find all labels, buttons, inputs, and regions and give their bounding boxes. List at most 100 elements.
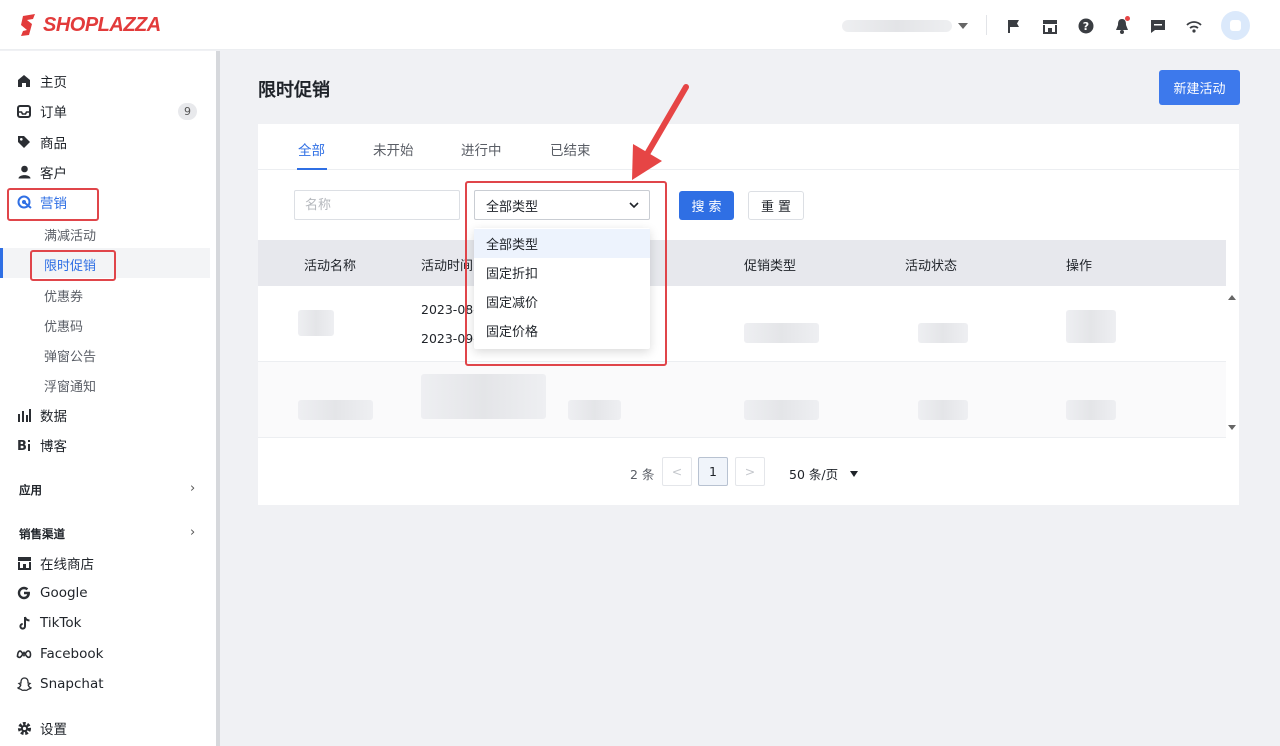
logo-mark-icon xyxy=(21,14,35,36)
bar-chart-icon xyxy=(16,407,32,423)
new-activity-button[interactable]: 新建活动 xyxy=(1159,70,1240,105)
sidebar-item-google[interactable]: Google xyxy=(0,578,216,608)
sidebar-item-snapchat[interactable]: Snapchat xyxy=(0,669,216,699)
sidebar-item-settings[interactable]: 设置 xyxy=(0,713,216,743)
sidebar-item-home[interactable]: 主页 xyxy=(0,66,216,96)
blurred-activity-name xyxy=(298,310,334,336)
store-icon xyxy=(16,555,32,571)
page-size-select[interactable]: 50 条/页 xyxy=(789,464,859,483)
blurred-status xyxy=(918,323,968,343)
svg-text:B: B xyxy=(17,439,27,452)
sidebar-scrollbar[interactable] xyxy=(216,51,220,746)
search-button[interactable]: 搜索 xyxy=(679,191,734,220)
highlight-type-select xyxy=(465,181,667,366)
sidebar-item-orders[interactable]: 订单 9 xyxy=(0,96,216,126)
sidebar-subitem-floating-notices[interactable]: 浮窗通知 xyxy=(0,369,210,399)
pagination-next-button[interactable]: > xyxy=(735,457,765,486)
logo-text: SHOPLAZZA xyxy=(43,13,161,36)
blog-icon: B xyxy=(16,437,32,453)
sidebar-item-label: 商品 xyxy=(40,136,67,152)
section-channels-title[interactable]: 销售渠道 xyxy=(19,526,65,542)
status-tabs: 全部 未开始 进行中 已结束 xyxy=(258,124,1239,170)
top-bar: SHOPLAZZA ? xyxy=(0,0,1280,50)
sidebar-item-online-store[interactable]: 在线商店 xyxy=(0,548,216,578)
sidebar-subitem-label: 优惠券 xyxy=(44,290,84,305)
sidebar-subitem-label: 弹窗公告 xyxy=(44,350,97,365)
sidebar-item-label: 订单 xyxy=(40,105,67,121)
sidebar-item-facebook[interactable]: Facebook xyxy=(0,639,216,669)
pagination-page-button[interactable]: 1 xyxy=(698,457,728,486)
chevron-right-icon[interactable]: › xyxy=(190,481,200,496)
sidebar: 主页 订单 9 商品 客户 营销 满减活动 限时促销 优惠券 优惠码 弹窗公告 … xyxy=(0,51,216,746)
shoplazza-logo[interactable]: SHOPLAZZA xyxy=(18,13,161,37)
avatar-placeholder xyxy=(1230,20,1241,31)
name-search-input[interactable] xyxy=(294,190,460,220)
wifi-icon[interactable] xyxy=(1176,12,1212,40)
facebook-icon xyxy=(16,646,32,662)
flag-icon[interactable] xyxy=(996,12,1032,40)
gear-icon xyxy=(16,720,32,736)
content-card: 全部 未开始 进行中 已结束 全部类型 搜索 重置 活动名称 活动时间 促销类型… xyxy=(258,124,1239,505)
person-icon xyxy=(16,164,32,180)
snapchat-icon xyxy=(16,676,32,692)
table-header: 活动名称 活动时间 促销类型 活动状态 操作 xyxy=(258,240,1226,286)
tab-ended[interactable]: 已结束 xyxy=(550,139,591,159)
blurred-actions xyxy=(1066,310,1116,343)
help-icon[interactable]: ? xyxy=(1068,12,1104,40)
topbar-icons: ? xyxy=(996,12,1212,40)
tab-all[interactable]: 全部 xyxy=(298,139,325,159)
message-icon[interactable] xyxy=(1140,12,1176,40)
sidebar-subitem-coupons[interactable]: 优惠券 xyxy=(0,279,210,309)
sidebar-item-analytics[interactable]: 数据 xyxy=(0,400,216,430)
bell-icon[interactable] xyxy=(1104,12,1140,40)
sidebar-item-label: TikTok xyxy=(40,615,82,631)
column-header-status: 活动状态 xyxy=(905,259,958,274)
store-selector[interactable] xyxy=(842,16,972,36)
scroll-down-arrow-icon[interactable] xyxy=(1228,425,1236,430)
blurred-promo-type xyxy=(744,400,819,420)
sidebar-item-label: 博客 xyxy=(40,439,67,455)
sidebar-item-customers[interactable]: 客户 xyxy=(0,157,216,187)
sidebar-subitem-popups[interactable]: 弹窗公告 xyxy=(0,339,210,369)
blurred-actions xyxy=(1066,400,1116,420)
blurred-status xyxy=(918,400,968,420)
highlight-marketing xyxy=(7,188,99,221)
sidebar-item-label: Snapchat xyxy=(40,676,104,692)
table-row[interactable]: 2023-08- 2023-09- xyxy=(258,286,1226,362)
store-name-blurred xyxy=(842,20,952,32)
tab-in-progress[interactable]: 进行中 xyxy=(461,139,502,159)
sidebar-item-products[interactable]: 商品 xyxy=(0,127,216,157)
tag-icon xyxy=(16,134,32,150)
google-icon xyxy=(16,585,32,601)
caret-down-icon xyxy=(850,470,859,477)
blurred-promo-type xyxy=(744,323,819,343)
pagination-prev-button[interactable]: < xyxy=(662,457,692,486)
svg-text:?: ? xyxy=(1083,20,1089,33)
section-apps-title[interactable]: 应用 xyxy=(19,482,42,498)
sidebar-subitem-full-reduction[interactable]: 满减活动 xyxy=(0,218,210,248)
column-header-type: 促销类型 xyxy=(744,259,797,274)
sidebar-item-tiktok[interactable]: TikTok xyxy=(0,608,216,638)
chevron-right-icon[interactable]: › xyxy=(190,525,200,540)
sidebar-subitem-label: 浮窗通知 xyxy=(44,380,97,395)
active-indicator xyxy=(0,248,3,278)
sidebar-item-label: Facebook xyxy=(40,646,104,662)
column-header-actions: 操作 xyxy=(1066,259,1093,274)
sidebar-subitem-label: 满减活动 xyxy=(44,229,97,244)
sidebar-subitem-discount-codes[interactable]: 优惠码 xyxy=(0,309,210,339)
tab-not-started[interactable]: 未开始 xyxy=(373,139,414,159)
reset-button[interactable]: 重置 xyxy=(748,191,804,220)
orders-count-badge: 9 xyxy=(178,103,197,120)
page-size-value: 50 条/页 xyxy=(789,467,839,482)
sidebar-item-label: 在线商店 xyxy=(40,557,94,573)
active-tab-underline xyxy=(297,168,327,170)
pagination-total: 2 条 xyxy=(630,467,655,482)
table-row[interactable] xyxy=(258,362,1226,438)
store-icon[interactable] xyxy=(1032,12,1068,40)
user-avatar[interactable] xyxy=(1221,11,1250,40)
annotation-arrow-icon xyxy=(632,84,689,180)
tiktok-icon xyxy=(16,615,32,631)
sidebar-item-blog[interactable]: B 博客 xyxy=(0,430,216,460)
column-header-name: 活动名称 xyxy=(304,259,357,274)
scroll-up-arrow-icon[interactable] xyxy=(1228,295,1236,300)
